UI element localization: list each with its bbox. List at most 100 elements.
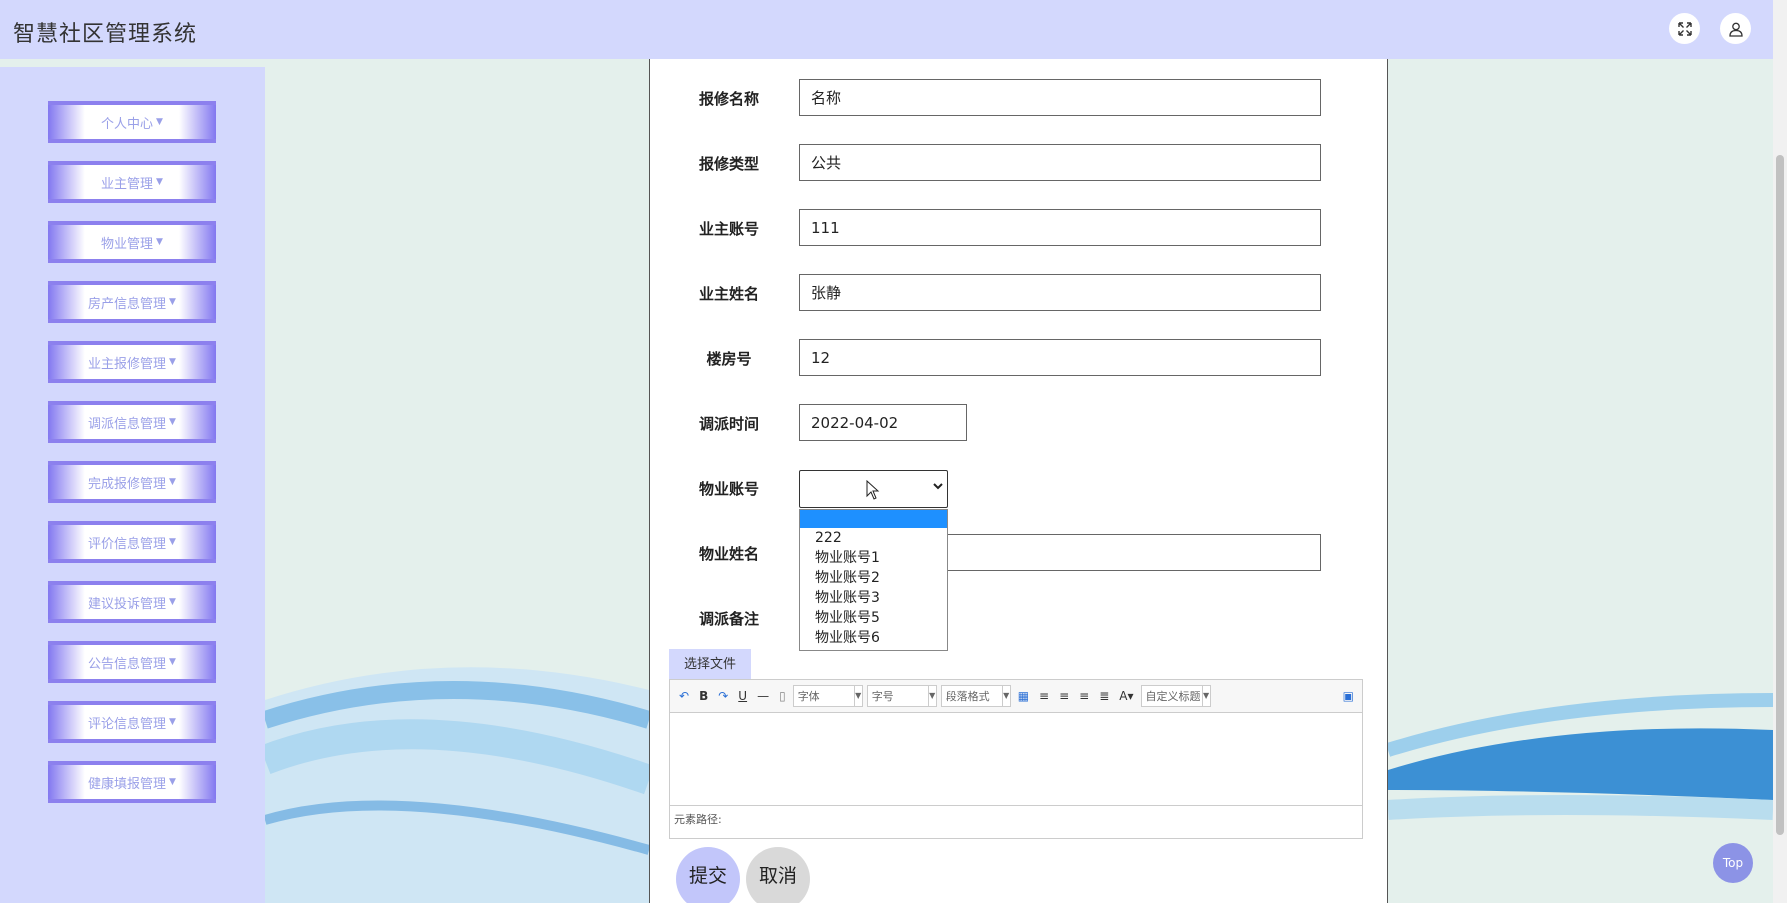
align-justify-icon[interactable]: ≣: [1099, 689, 1109, 703]
label-repair-name: 报修名称: [698, 90, 759, 108]
rich-text-editor: ↶ B ↷ U — ▯ 字体 ▼ 字号 ▼ 段落格式 ▼ ▦ ≡ ≡ ≡ ≣ A▾ 自…: [669, 679, 1363, 839]
sidebar-item-health-report[interactable]: 健康填报管理 ▼: [48, 761, 216, 803]
custom-title-select[interactable]: 自定义标题 ▼: [1140, 685, 1211, 707]
submit-button[interactable]: 提交: [676, 847, 740, 903]
sidebar-item-owner-repair[interactable]: 业主报修管理 ▼: [48, 341, 216, 383]
sidebar-item-personal-center[interactable]: 个人中心 ▼: [48, 101, 216, 143]
bold-icon[interactable]: B: [699, 689, 708, 703]
dropdown-option[interactable]: 222: [800, 528, 947, 548]
dropdown-option[interactable]: [800, 510, 947, 528]
fullscreen-button[interactable]: [1669, 13, 1700, 44]
underline-icon[interactable]: U: [738, 689, 747, 703]
sidebar-item-label: 调派信息管理: [88, 416, 167, 432]
expand-icon: [1677, 21, 1692, 36]
sidebar-item-label: 公告信息管理: [88, 656, 167, 672]
editor-toolbar: ↶ B ↷ U — ▯ 字体 ▼ 字号 ▼ 段落格式 ▼ ▦ ≡ ≡ ≡ ≣ A▾ 自…: [670, 680, 1362, 713]
top-header: 智慧社区管理系统: [0, 0, 1787, 59]
dropdown-option[interactable]: 物业账号6: [800, 628, 947, 648]
sidebar-item-label: 完成报修管理: [88, 476, 167, 492]
caret-down-icon: ▼: [1001, 686, 1010, 706]
label-owner-account: 业主账号: [698, 220, 759, 238]
back-to-top-button[interactable]: Top: [1713, 843, 1753, 883]
sidebar: 个人中心 ▼ 业主管理 ▼ 物业管理 ▼ 房产信息管理 ▼ 业主报修管理 ▼ 调派信息管理…: [0, 67, 265, 903]
dropdown-option[interactable]: 物业账号2: [800, 568, 947, 588]
table-icon[interactable]: ▦: [1018, 689, 1029, 703]
font-family-label: 字体: [797, 690, 820, 703]
caret-down-icon: ▼: [156, 237, 163, 247]
align-center-icon[interactable]: ≡: [1079, 689, 1089, 703]
property-account-dropdown: 222 物业账号1 物业账号2 物业账号3 物业账号5 物业账号6: [799, 509, 948, 651]
label-building-no: 楼房号: [706, 350, 752, 368]
undo-icon[interactable]: ↶: [679, 689, 689, 703]
chevron-down-icon: [933, 483, 943, 490]
sidebar-item-label: 房产信息管理: [88, 296, 167, 312]
sidebar-item-comments[interactable]: 评论信息管理 ▼: [48, 701, 216, 743]
caret-down-icon: ▼: [169, 537, 176, 547]
caret-down-icon: ▼: [927, 686, 936, 706]
scrollbar-thumb[interactable]: [1776, 155, 1784, 835]
font-size-select[interactable]: 字号 ▼: [866, 685, 937, 707]
redo-icon[interactable]: ↷: [718, 689, 728, 703]
label-dispatch-time: 调派时间: [698, 415, 759, 433]
font-size-label: 字号: [871, 690, 894, 703]
caret-down-icon: ▼: [169, 477, 176, 487]
user-icon: [1728, 22, 1743, 37]
sidebar-item-dispatch-info[interactable]: 调派信息管理 ▼: [48, 401, 216, 443]
sidebar-item-label: 个人中心: [101, 116, 154, 132]
building-no-field[interactable]: 12: [799, 339, 1321, 376]
dispatch-time-field[interactable]: 2022-04-02: [799, 404, 967, 441]
editor-content-area[interactable]: [670, 713, 1362, 806]
sidebar-item-label: 建议投诉管理: [88, 596, 167, 612]
caret-down-icon: ▼: [1201, 686, 1210, 706]
owner-account-field[interactable]: 111: [799, 209, 1321, 246]
custom-title-label: 自定义标题: [1145, 690, 1201, 703]
sidebar-item-owner-management[interactable]: 业主管理 ▼: [48, 161, 216, 203]
caret-down-icon: ▼: [169, 597, 176, 607]
fullscreen-editor-icon[interactable]: ▣: [1343, 689, 1354, 703]
sidebar-item-property-management[interactable]: 物业管理 ▼: [48, 221, 216, 263]
sidebar-item-suggestions[interactable]: 建议投诉管理 ▼: [48, 581, 216, 623]
align-right-icon[interactable]: ≡: [1059, 689, 1069, 703]
sidebar-item-evaluation[interactable]: 评价信息管理 ▼: [48, 521, 216, 563]
sidebar-item-label: 评价信息管理: [88, 536, 167, 552]
sidebar-item-label: 物业管理: [101, 236, 154, 252]
caret-down-icon: ▼: [169, 417, 176, 427]
label-owner-name: 业主姓名: [698, 285, 759, 303]
font-color-icon[interactable]: A▾: [1119, 689, 1133, 703]
caret-down-icon: ▼: [169, 357, 176, 367]
paragraph-format-select[interactable]: 段落格式 ▼: [940, 685, 1011, 707]
sidebar-item-house-info[interactable]: 房产信息管理 ▼: [48, 281, 216, 323]
sidebar-item-label: 健康填报管理: [88, 776, 167, 792]
font-family-select[interactable]: 字体 ▼: [792, 685, 863, 707]
label-property-account: 物业账号: [698, 480, 759, 498]
paragraph-format-label: 段落格式: [945, 690, 990, 703]
sidebar-item-announcements[interactable]: 公告信息管理 ▼: [48, 641, 216, 683]
sidebar-item-label: 业主报修管理: [88, 356, 167, 372]
choose-file-button[interactable]: 选择文件: [669, 649, 751, 681]
dispatch-form-card: 报修名称 名称 报修类型 公共 业主账号 111 业主姓名 张静 楼房号 12 …: [649, 59, 1388, 903]
caret-down-icon: ▼: [156, 117, 163, 127]
label-repair-type: 报修类型: [698, 155, 759, 173]
label-dispatch-note: 调派备注: [698, 610, 759, 628]
label-property-name: 物业姓名: [698, 545, 759, 563]
owner-name-field[interactable]: 张静: [799, 274, 1321, 311]
repair-name-field[interactable]: 名称: [799, 79, 1321, 116]
align-left-icon[interactable]: ≡: [1039, 689, 1049, 703]
caret-down-icon: ▼: [156, 177, 163, 187]
document-icon[interactable]: ▯: [779, 689, 786, 703]
page-scrollbar[interactable]: [1773, 0, 1787, 903]
cancel-button[interactable]: 取消: [746, 847, 810, 903]
caret-down-icon: ▼: [169, 777, 176, 787]
sidebar-item-label: 业主管理: [101, 176, 154, 192]
dropdown-option[interactable]: 物业账号3: [800, 588, 947, 608]
sidebar-item-label: 评论信息管理: [88, 716, 167, 732]
horizontal-rule-icon[interactable]: —: [757, 689, 769, 703]
caret-down-icon: ▼: [169, 297, 176, 307]
mouse-cursor-icon: [866, 480, 880, 500]
sidebar-item-completed-repair[interactable]: 完成报修管理 ▼: [48, 461, 216, 503]
dropdown-option[interactable]: 物业账号1: [800, 548, 947, 568]
repair-type-field[interactable]: 公共: [799, 144, 1321, 181]
editor-element-path: 元素路径:: [674, 813, 722, 826]
dropdown-option[interactable]: 物业账号5: [800, 608, 947, 628]
user-button[interactable]: [1720, 13, 1751, 44]
